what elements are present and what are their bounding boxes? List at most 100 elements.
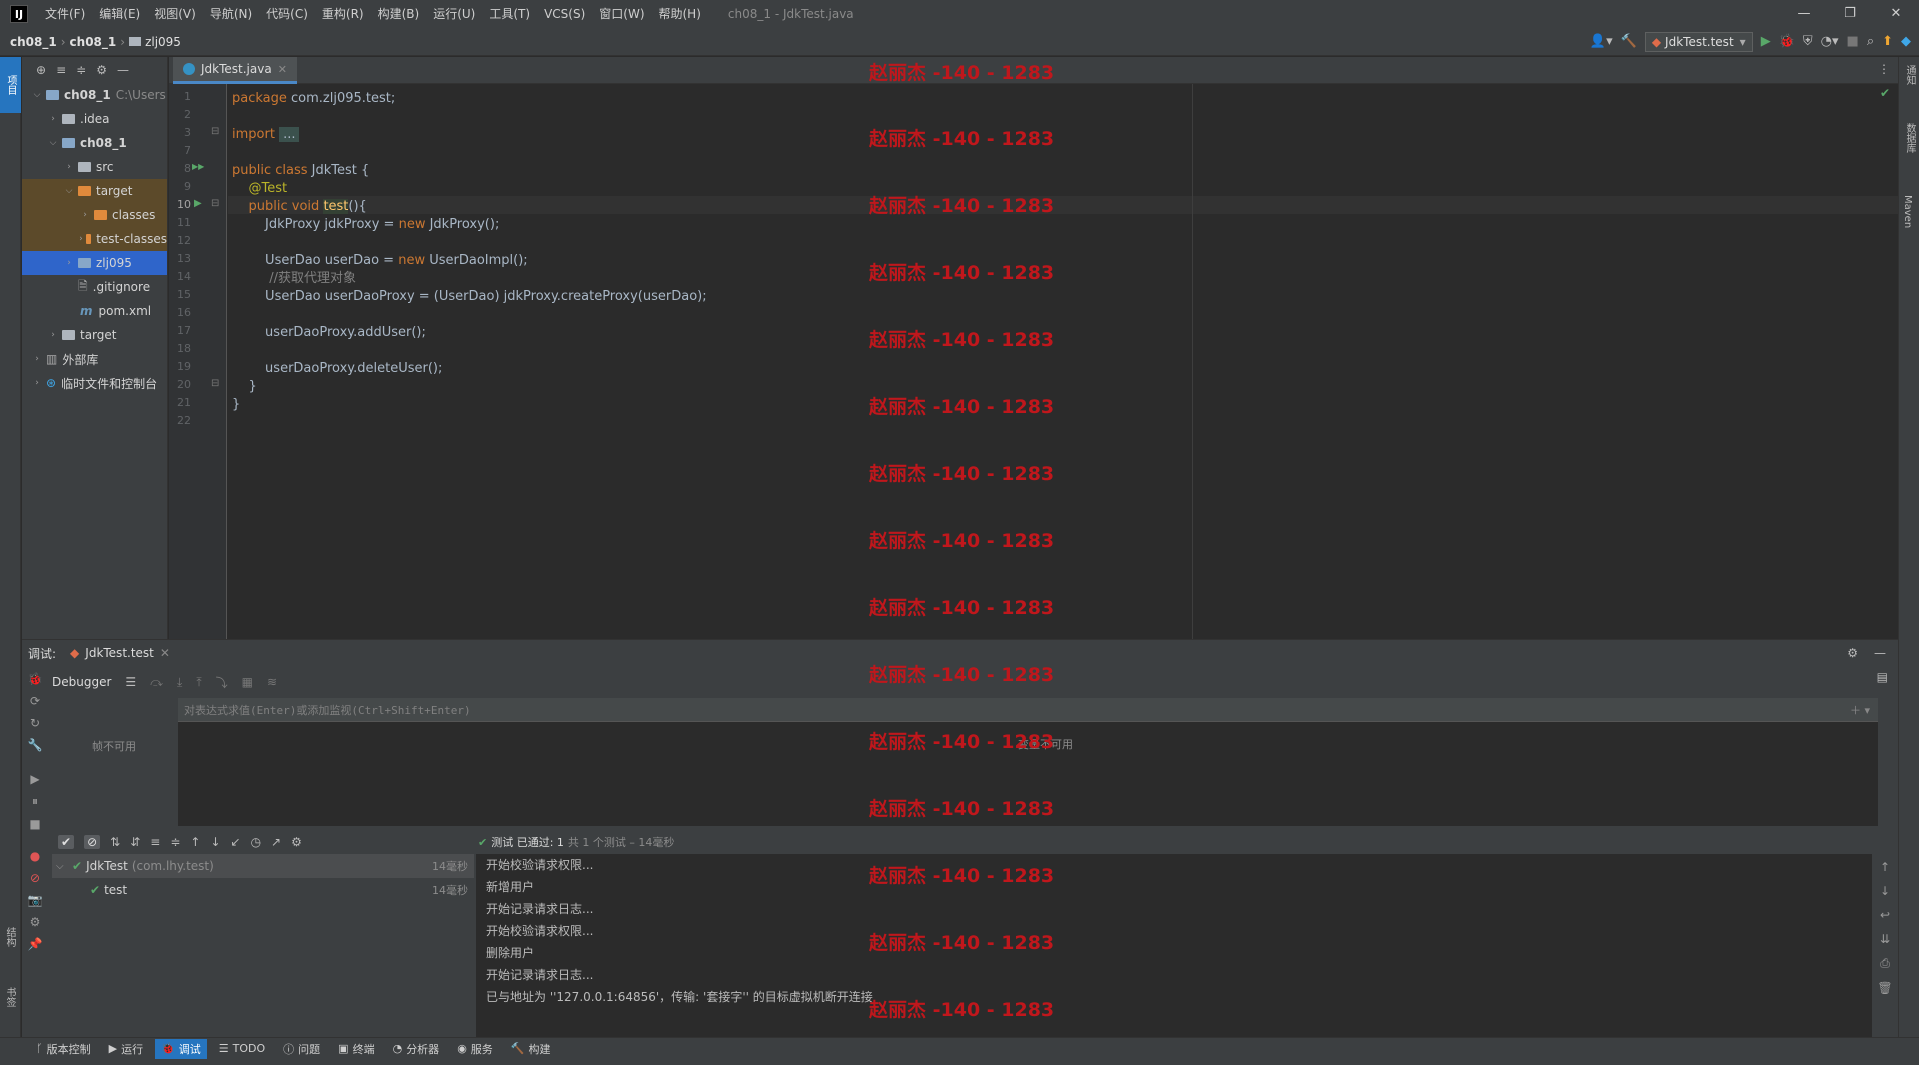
coverage-icon[interactable]: ⛨ <box>1803 34 1813 49</box>
tree-item[interactable]: 🗎 .gitignore <box>22 275 167 299</box>
run-test-gutter-icon[interactable]: ▶ <box>194 198 202 209</box>
tab-jdktest-java[interactable]: JdkTest.java ✕ <box>173 57 297 84</box>
pause-icon[interactable]: ⏸ <box>32 794 38 809</box>
import-tests-icon[interactable]: ↙ <box>231 835 241 849</box>
stop-icon[interactable]: ■ <box>1847 34 1859 49</box>
tool-window-button[interactable]: ▶ 运行 <box>103 1039 149 1059</box>
restore-icon[interactable]: ❐ <box>1827 0 1873 28</box>
bookmarks-tool-tab[interactable]: 书签 <box>2 987 17 1007</box>
code-line[interactable]: JdkProxy jdkProxy = new JdkProxy(); <box>232 214 499 236</box>
menu-item[interactable]: 运行(U) <box>426 0 482 28</box>
run-to-cursor-icon[interactable]: ⤵ <box>216 674 228 691</box>
tree-item[interactable]: ⌵ target <box>22 179 167 203</box>
sort-duration-icon[interactable]: ⇵ <box>130 835 140 849</box>
trash-icon[interactable]: 🗑 <box>1877 981 1892 995</box>
console-output[interactable]: 开始校验请求权限... 新增用户 开始记录请求日志... 开始校验请求权限... 删除用… <box>476 854 1872 1038</box>
tree-item[interactable]: ⌵ ch08_1 <box>22 131 167 155</box>
camera-icon[interactable]: 📷 <box>28 893 43 907</box>
debug-icon[interactable]: 🐞 <box>1779 34 1795 49</box>
add-watch-icon[interactable]: ＋ ▾ <box>1850 702 1878 718</box>
chevron-right-icon[interactable]: › <box>78 210 92 220</box>
scroll-down-icon[interactable]: ↓ <box>1880 884 1890 898</box>
collapse-all-icon[interactable]: ≑ <box>76 63 86 77</box>
breadcrumb-project[interactable]: ch08_1 <box>0 35 57 49</box>
evaluate-icon[interactable]: ▦ <box>242 675 253 689</box>
chevron-down-icon[interactable]: ⌵ <box>46 138 60 148</box>
build-hammer-icon[interactable]: 🔨 <box>1621 34 1637 49</box>
chevron-right-icon[interactable]: › <box>62 162 76 172</box>
chevron-right-icon[interactable]: › <box>46 330 60 340</box>
chevron-right-icon[interactable]: › <box>78 234 84 244</box>
scroll-up-icon[interactable]: ↑ <box>1880 860 1890 874</box>
gear-icon[interactable]: ⚙ <box>96 63 107 77</box>
menu-item[interactable]: 文件(F) <box>38 0 92 28</box>
tool-window-button[interactable]: ◉ 服务 <box>451 1039 499 1059</box>
close-tab-icon[interactable]: ✕ <box>160 646 170 660</box>
jetbrains-icon[interactable]: ◆ <box>1901 34 1911 49</box>
next-failed-icon[interactable]: ↓ <box>210 835 220 849</box>
close-tab-icon[interactable]: ✕ <box>278 63 287 76</box>
run-class-gutter-icon[interactable]: ▶▶ <box>192 162 204 171</box>
close-icon[interactable]: ✕ <box>1873 0 1919 28</box>
sort-alpha-icon[interactable]: ⇅ <box>110 835 120 849</box>
export-icon[interactable]: ↗ <box>271 835 281 849</box>
profile-icon[interactable]: ◔▾ <box>1821 34 1839 49</box>
tree-item[interactable]: › target <box>22 323 167 347</box>
layout-settings-icon[interactable]: ▤ <box>1877 670 1888 684</box>
run-configuration-select[interactable]: ◆ JdkTest.test ▾ <box>1644 31 1753 52</box>
fold-marker-icon[interactable]: ⊟ <box>211 198 219 209</box>
tool-window-button[interactable]: ᚴ 版本控制 <box>30 1039 97 1059</box>
tool-window-button[interactable]: 🐞 调试 <box>155 1038 207 1059</box>
code-line[interactable]: import ... <box>232 124 300 146</box>
step-into-icon[interactable]: ⤓ <box>177 675 182 690</box>
menu-item[interactable]: VCS(S) <box>537 0 592 28</box>
fold-marker-icon[interactable]: ⊟ <box>211 378 219 389</box>
print-icon[interactable]: ⎙ <box>1880 956 1890 971</box>
stop-icon[interactable]: ■ <box>29 817 40 831</box>
structure-tool-tab[interactable]: 结构 <box>2 927 17 947</box>
update-icon[interactable]: ⬆ <box>1882 34 1893 49</box>
tree-item[interactable]: › src <box>22 155 167 179</box>
code-editor[interactable]: ✔ package com.zlj095.test; import ... publ… <box>228 84 1898 639</box>
view-breakpoints-icon[interactable]: ● <box>30 849 40 863</box>
trace-icon[interactable]: ≋ <box>267 675 277 689</box>
locate-icon[interactable]: ⊕ <box>36 63 46 77</box>
user-icon[interactable]: 👤▾ <box>1590 34 1613 49</box>
restart-icon[interactable]: ↻ <box>30 716 40 730</box>
database-tool-tab[interactable]: 数据库 <box>1902 123 1917 153</box>
collapse-all-icon[interactable]: ≑ <box>170 835 180 849</box>
tree-item[interactable]: ⌵ ch08_1 C:\Users <box>22 83 167 107</box>
tool-window-button[interactable]: 🔨 构建 <box>505 1039 557 1059</box>
test-tree-item[interactable]: ⌵ ✔ JdkTest (com.lhy.test) 14毫秒 <box>52 854 474 878</box>
pin-icon[interactable]: 📌 <box>28 937 43 951</box>
hide-icon[interactable]: — <box>117 63 129 77</box>
code-line[interactable]: package com.zlj095.test; <box>232 88 395 110</box>
show-ignored-icon[interactable]: ⊘ <box>84 835 101 849</box>
breadcrumb-module[interactable]: ch08_1 <box>70 35 117 49</box>
code-line[interactable]: userDaoProxy.addUser(); <box>232 322 426 344</box>
chevron-down-icon[interactable]: ⌵ <box>62 186 76 196</box>
previous-failed-icon[interactable]: ↑ <box>190 835 200 849</box>
more-options-icon[interactable]: ⋮ <box>1878 62 1890 76</box>
test-tree-item[interactable]: ✔ test 14毫秒 <box>52 878 474 902</box>
layout-menu-icon[interactable]: ☰ <box>125 675 136 689</box>
history-icon[interactable]: ◷ <box>251 835 261 849</box>
maven-tool-tab[interactable]: Maven <box>1902 195 1913 228</box>
expand-all-icon[interactable]: ≡ <box>56 63 66 77</box>
chevron-down-icon[interactable]: ⌵ <box>56 861 68 872</box>
rerun-icon[interactable]: 🐞 <box>28 672 43 686</box>
project-tool-tab[interactable]: 项目 <box>0 57 21 113</box>
tree-item[interactable]: › classes <box>22 203 167 227</box>
debug-session-tab[interactable]: ◆ JdkTest.test ✕ <box>70 646 170 660</box>
menu-item[interactable]: 窗口(W) <box>592 0 651 28</box>
test-settings-icon[interactable]: ⚙ <box>291 835 302 849</box>
chevron-down-icon[interactable]: ⌵ <box>30 90 44 100</box>
tool-window-button[interactable]: ⓘ 问题 <box>277 1039 326 1059</box>
menu-item[interactable]: 重构(R) <box>315 0 371 28</box>
settings-icon[interactable]: ⚙ <box>30 915 41 929</box>
wrench-icon[interactable]: 🔧 <box>28 738 43 752</box>
tree-item[interactable]: m pom.xml <box>22 299 167 323</box>
chevron-right-icon[interactable]: › <box>62 258 76 268</box>
debugger-tab[interactable]: Debugger <box>52 675 111 689</box>
fold-marker-icon[interactable]: ⊟ <box>211 126 219 137</box>
